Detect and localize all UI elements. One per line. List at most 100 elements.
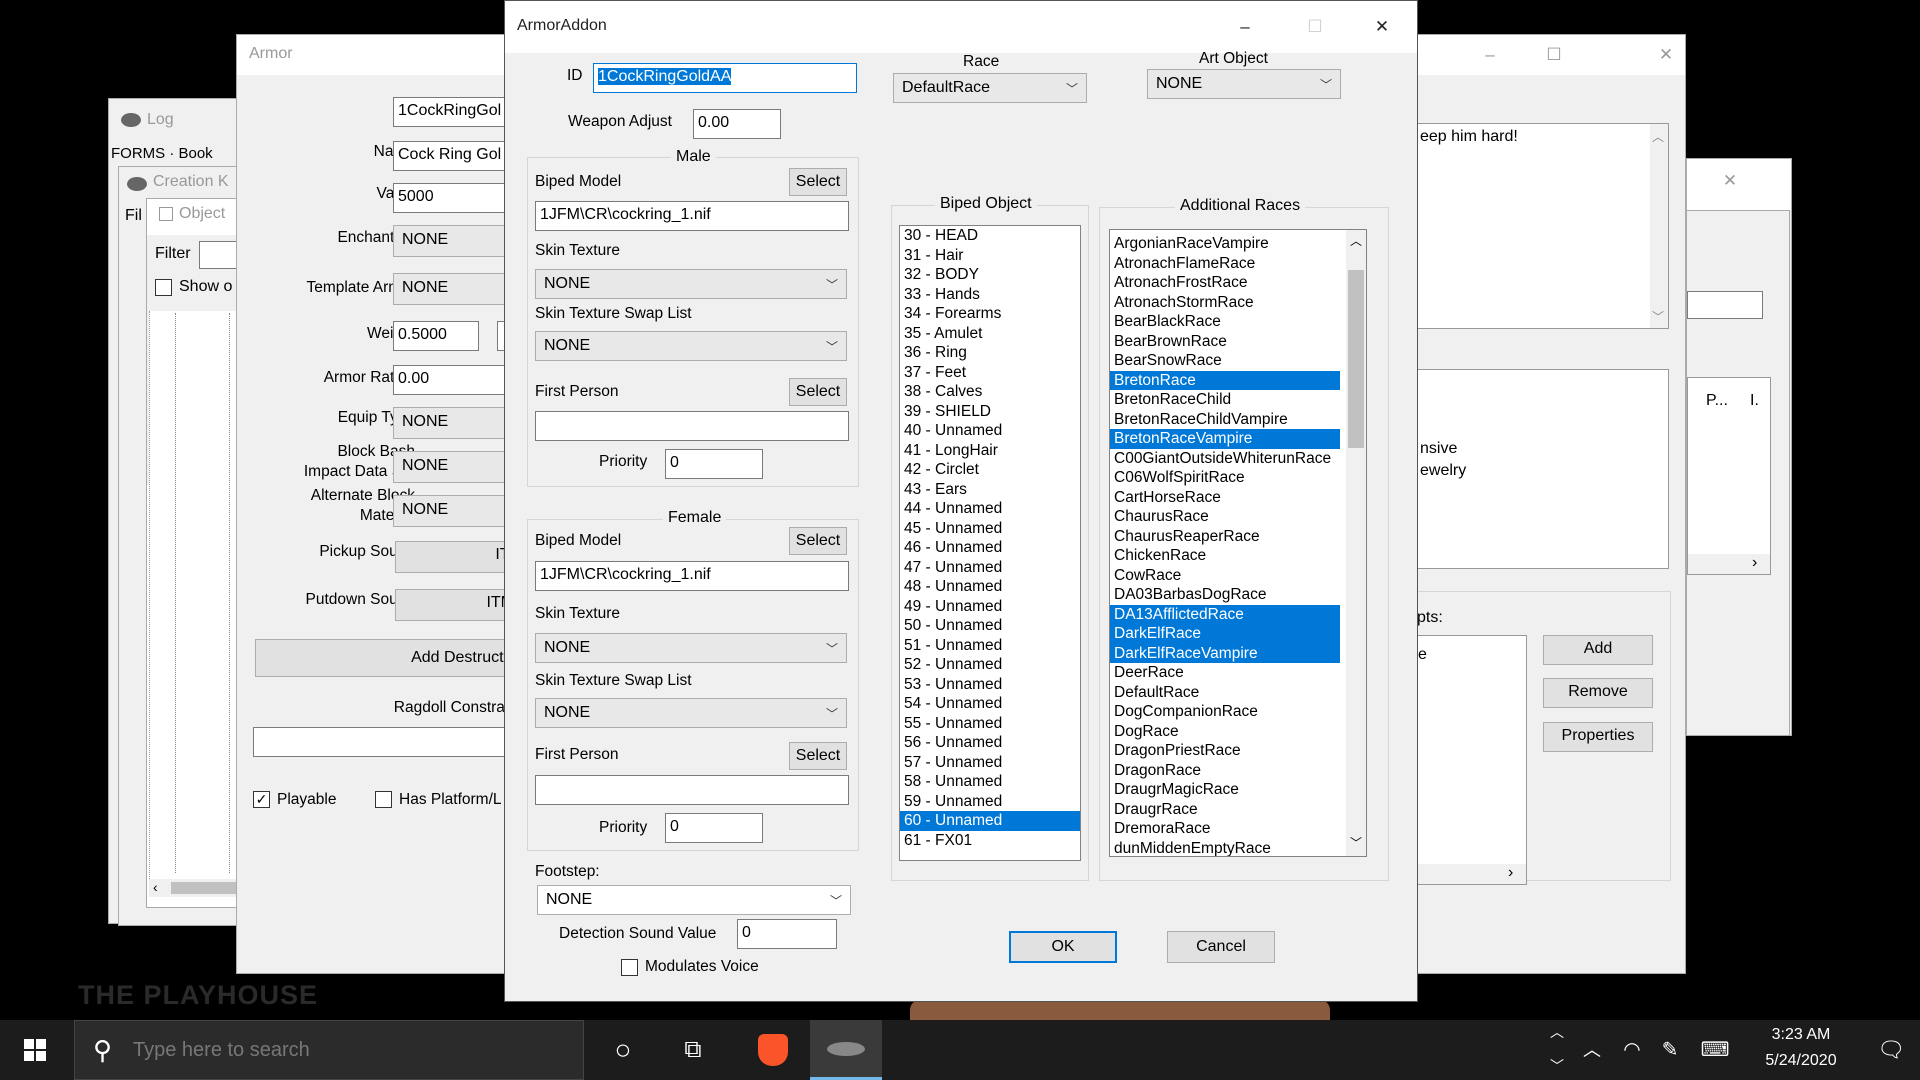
male-skin-texture-select[interactable]: NONE ﹀	[535, 269, 847, 299]
object-tree[interactable]	[149, 311, 249, 881]
additional-race-item[interactable]: C06WolfSpiritRace	[1110, 468, 1340, 488]
biped-object-item[interactable]: 48 - Unnamed	[900, 577, 1080, 597]
biped-object-item[interactable]: 42 - Circlet	[900, 460, 1080, 480]
additional-race-item[interactable]: ChaurusReaperRace	[1110, 527, 1340, 547]
biped-object-item[interactable]: 37 - Feet	[900, 363, 1080, 383]
brave-browser-icon[interactable]	[738, 1020, 808, 1080]
biped-object-item[interactable]: 59 - Unnamed	[900, 792, 1080, 812]
additional-race-item[interactable]: DarkElfRaceVampire	[1110, 643, 1340, 663]
log-menu[interactable]: FORMS · Book	[111, 145, 213, 162]
biped-object-item[interactable]: 31 - Hair	[900, 246, 1080, 266]
female-swap-list-select[interactable]: NONE ﹀	[535, 698, 847, 728]
additional-race-item[interactable]: AtronachFrostRace	[1110, 273, 1340, 293]
additional-race-item[interactable]: DraugrMagicRace	[1110, 780, 1340, 800]
male-priority-input[interactable]: 0	[665, 449, 763, 479]
windows-start-icon[interactable]	[0, 1020, 70, 1080]
column-header-p[interactable]: P...	[1706, 392, 1728, 410]
additional-race-item[interactable]: AtronachStormRace	[1110, 293, 1340, 313]
ok-button[interactable]: OK	[1009, 931, 1117, 963]
addon-id-input[interactable]: 1CockRingGoldAA	[593, 63, 857, 93]
additional-race-item[interactable]: DraugrRace	[1110, 800, 1340, 820]
alt-block-select[interactable]: NONE	[393, 495, 507, 527]
male-swap-list-select[interactable]: NONE ﹀	[535, 331, 847, 361]
pickup-sound-select[interactable]: ITI	[395, 541, 507, 573]
additional-race-item[interactable]: BearBlackRace	[1110, 312, 1340, 332]
column-header-i[interactable]: I.	[1750, 392, 1759, 410]
female-first-person-select-button[interactable]: Select	[789, 742, 847, 770]
biped-object-item[interactable]: 33 - Hands	[900, 285, 1080, 305]
armor-id-input[interactable]: 1CockRingGol	[393, 97, 507, 127]
biped-object-item[interactable]: 43 - Ears	[900, 480, 1080, 500]
clock-date[interactable]: 5/24/2020	[1746, 1052, 1856, 1070]
scripts-list[interactable]: e ›	[1417, 635, 1527, 885]
additional-race-item[interactable]: DarkElfRace	[1110, 624, 1340, 644]
biped-object-item[interactable]: 47 - Unnamed	[900, 558, 1080, 578]
weapon-adjust-input[interactable]: 0.00	[693, 109, 781, 139]
ck-menu[interactable]: Fil	[125, 207, 142, 225]
additional-race-item[interactable]: BearBrownRace	[1110, 332, 1340, 352]
armor-rating-input[interactable]: 0.00	[393, 365, 507, 395]
biped-object-item[interactable]: 34 - Forearms	[900, 304, 1080, 324]
scroll-right-icon[interactable]: ›	[1752, 554, 1757, 572]
biped-object-item[interactable]: 52 - Unnamed	[900, 655, 1080, 675]
block-bash-select[interactable]: NONE	[393, 451, 507, 483]
clock-time[interactable]: 3:23 AM	[1756, 1026, 1846, 1044]
scroll-down-icon[interactable]: ﹀	[1652, 308, 1664, 325]
additional-race-item[interactable]: ChaurusRace	[1110, 507, 1340, 527]
scroll-up-icon[interactable]: ︿	[1350, 232, 1362, 249]
item-list[interactable]: nsive ewelry	[1417, 369, 1669, 569]
equip-type-select[interactable]: NONE	[393, 407, 507, 439]
template-armor-select[interactable]: NONE	[393, 273, 507, 305]
biped-object-item[interactable]: 38 - Calves	[900, 382, 1080, 402]
additional-race-item[interactable]: BearSnowRace	[1110, 351, 1340, 371]
biped-object-item[interactable]: 36 - Ring	[900, 343, 1080, 363]
biped-object-item[interactable]: 35 - Amulet	[900, 324, 1080, 344]
additional-race-item[interactable]: ArgonianRaceVampire	[1110, 234, 1340, 254]
properties-button[interactable]: Properties	[1543, 722, 1653, 752]
footstep-select[interactable]: NONE ﹀	[537, 885, 851, 915]
putdown-sound-select[interactable]: ITM	[395, 589, 507, 621]
biped-object-item[interactable]: 49 - Unnamed	[900, 597, 1080, 617]
biped-object-item[interactable]: 50 - Unnamed	[900, 616, 1080, 636]
far-right-hscroll[interactable]	[1688, 554, 1770, 574]
cortana-icon[interactable]: ○	[588, 1020, 658, 1080]
right-window[interactable]: – ☐ ✕ eep him hard! ︿ ﹀ nsive ewelry pts…	[1416, 34, 1686, 974]
maximize-icon[interactable]: ☐	[1300, 15, 1330, 39]
close-icon[interactable]: ✕	[1715, 169, 1745, 193]
minimize-icon[interactable]: –	[1230, 15, 1260, 39]
additional-race-item[interactable]: BretonRace	[1110, 370, 1340, 390]
close-icon[interactable]: ✕	[1367, 15, 1397, 39]
additional-race-item[interactable]: DogCompanionRace	[1110, 702, 1340, 722]
show-hidden-icons-icon[interactable]: ︿	[1572, 1020, 1612, 1080]
notifications-icon[interactable]: 🗨	[1866, 1020, 1916, 1080]
biped-object-item[interactable]: 46 - Unnamed	[900, 538, 1080, 558]
biped-object-item[interactable]: 54 - Unnamed	[900, 694, 1080, 714]
additional-race-item[interactable]: DremoraRace	[1110, 819, 1340, 839]
biped-object-item[interactable]: 53 - Unnamed	[900, 675, 1080, 695]
taskbar-search[interactable]: ⚲ Type here to search	[74, 1020, 584, 1080]
female-priority-input[interactable]: 0	[665, 813, 763, 843]
biped-object-item[interactable]: 41 - LongHair	[900, 441, 1080, 461]
art-object-select[interactable]: NONE ﹀	[1147, 69, 1341, 99]
additional-race-item[interactable]: dunMiddenEmptyRace	[1110, 839, 1340, 857]
biped-object-item[interactable]: 39 - SHIELD	[900, 402, 1080, 422]
item-1[interactable]: nsive	[1420, 440, 1457, 458]
close-icon[interactable]: ✕	[1651, 43, 1681, 67]
biped-object-list[interactable]: 30 - HEAD 31 - Hair 32 - BODY 33 - Hands 34 …	[899, 225, 1081, 861]
remove-button[interactable]: Remove	[1543, 678, 1653, 708]
biped-object-item[interactable]: 55 - Unnamed	[900, 714, 1080, 734]
network-icon[interactable]: ◠	[1612, 1020, 1652, 1080]
has-platform-checkbox[interactable]	[375, 791, 392, 808]
additional-race-item[interactable]: DA03BarbasDogRace	[1110, 585, 1340, 605]
far-right-list[interactable]: P... I. ›	[1687, 377, 1771, 575]
additional-race-item[interactable]: CartHorseRace	[1110, 488, 1340, 508]
biped-object-item[interactable]: 51 - Unnamed	[900, 636, 1080, 656]
female-biped-model-input[interactable]: 1JFM\CR\cockring_1.nif	[535, 561, 849, 591]
biped-object-item[interactable]: 40 - Unnamed	[900, 421, 1080, 441]
male-biped-model-input[interactable]: 1JFM\CR\cockring_1.nif	[535, 201, 849, 231]
far-right-input[interactable]	[1687, 291, 1763, 319]
armor-value-input[interactable]: 5000	[393, 183, 507, 213]
item-2[interactable]: ewelry	[1420, 462, 1466, 480]
additional-race-item[interactable]: BretonRaceVampire	[1110, 429, 1340, 449]
male-biped-select-button[interactable]: Select	[789, 168, 847, 196]
